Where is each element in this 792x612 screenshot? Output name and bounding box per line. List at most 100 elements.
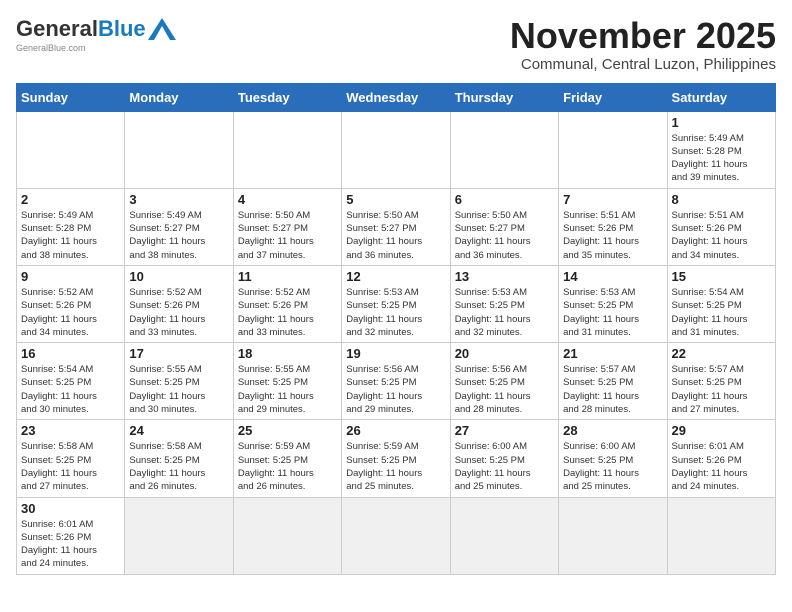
day-number: 17 [129,346,228,361]
day-number: 24 [129,423,228,438]
day-info: Sunrise: 6:01 AM Sunset: 5:26 PM Dayligh… [21,518,120,571]
day-number: 1 [672,115,771,130]
day-info: Sunrise: 5:55 AM Sunset: 5:25 PM Dayligh… [238,363,337,416]
calendar-cell: 24 Sunrise: 5:58 AM Sunset: 5:25 PM Dayli… [125,420,233,497]
calendar-cell: 27 Sunrise: 6:00 AM Sunset: 5:25 PM Dayli… [450,420,558,497]
calendar-cell: 4 Sunrise: 5:50 AM Sunset: 5:27 PM Daylig… [233,188,341,265]
weekday-header-monday: Monday [125,83,233,111]
weekday-header-friday: Friday [559,83,667,111]
day-number: 13 [455,269,554,284]
calendar-cell: 10Sunrise: 5:52 AM Sunset: 5:26 PM Dayli… [125,265,233,342]
calendar-cell [559,497,667,574]
day-info: Sunrise: 5:58 AM Sunset: 5:25 PM Dayligh… [129,440,228,493]
logo-general-text: General [16,16,98,42]
calendar-cell [125,497,233,574]
day-info: Sunrise: 5:53 AM Sunset: 5:25 PM Dayligh… [455,286,554,339]
weekday-header-row: SundayMondayTuesdayWednesdayThursdayFrid… [17,83,776,111]
calendar-cell: 5Sunrise: 5:50 AM Sunset: 5:27 PM Daylig… [342,188,450,265]
day-number: 26 [346,423,445,438]
day-info: Sunrise: 5:53 AM Sunset: 5:25 PM Dayligh… [563,286,662,339]
calendar-cell [559,111,667,188]
day-info: Sunrise: 5:50 AM Sunset: 5:27 PM Dayligh… [455,209,554,262]
logo-blue-text: Blue [98,16,146,42]
day-number: 21 [563,346,662,361]
day-info: Sunrise: 5:57 AM Sunset: 5:25 PM Dayligh… [563,363,662,416]
day-info: Sunrise: 5:51 AM Sunset: 5:26 PM Dayligh… [672,209,771,262]
calendar-table: SundayMondayTuesdayWednesdayThursdayFrid… [16,83,776,575]
day-info: Sunrise: 5:49 AM Sunset: 5:27 PM Dayligh… [129,209,228,262]
day-number: 9 [21,269,120,284]
logo-url: GeneralBlue.com [16,43,86,53]
calendar-cell: 20 Sunrise: 5:56 AM Sunset: 5:25 PM Dayli… [450,343,558,420]
day-number: 29 [672,423,771,438]
calendar-cell [450,497,558,574]
day-number: 15 [672,269,771,284]
day-info: Sunrise: 5:52 AM Sunset: 5:26 PM Dayligh… [238,286,337,339]
title-area: November 2025 Communal, Central Luzon, P… [510,16,776,73]
weekday-header-tuesday: Tuesday [233,83,341,111]
day-info: Sunrise: 6:00 AM Sunset: 5:25 PM Dayligh… [455,440,554,493]
calendar-cell [667,497,775,574]
day-info: Sunrise: 6:00 AM Sunset: 5:25 PM Dayligh… [563,440,662,493]
calendar-cell: 28 Sunrise: 6:00 AM Sunset: 5:25 PM Dayli… [559,420,667,497]
calendar-cell [342,111,450,188]
month-title: November 2025 [510,16,776,56]
logo: General Blue GeneralBlue.com [16,16,176,53]
weekday-header-saturday: Saturday [667,83,775,111]
calendar-cell: 23Sunrise: 5:58 AM Sunset: 5:25 PM Dayli… [17,420,125,497]
location-title: Communal, Central Luzon, Philippines [510,56,776,73]
day-info: Sunrise: 5:52 AM Sunset: 5:26 PM Dayligh… [129,286,228,339]
week-row-1: 1Sunrise: 5:49 AM Sunset: 5:28 PM Daylig… [17,111,776,188]
day-number: 22 [672,346,771,361]
calendar-cell: 21 Sunrise: 5:57 AM Sunset: 5:25 PM Dayli… [559,343,667,420]
calendar-cell: 1Sunrise: 5:49 AM Sunset: 5:28 PM Daylig… [667,111,775,188]
day-number: 27 [455,423,554,438]
day-number: 11 [238,269,337,284]
calendar-cell: 29Sunrise: 6:01 AM Sunset: 5:26 PM Dayli… [667,420,775,497]
calendar-cell: 6 Sunrise: 5:50 AM Sunset: 5:27 PM Daylig… [450,188,558,265]
calendar-cell [17,111,125,188]
calendar-cell: 19Sunrise: 5:56 AM Sunset: 5:25 PM Dayli… [342,343,450,420]
calendar-cell: 25Sunrise: 5:59 AM Sunset: 5:25 PM Dayli… [233,420,341,497]
calendar-cell: 16Sunrise: 5:54 AM Sunset: 5:25 PM Dayli… [17,343,125,420]
calendar-cell: 12 Sunrise: 5:53 AM Sunset: 5:25 PM Dayli… [342,265,450,342]
calendar-cell [233,111,341,188]
day-number: 14 [563,269,662,284]
calendar-cell [233,497,341,574]
calendar-cell: 30 Sunrise: 6:01 AM Sunset: 5:26 PM Dayli… [17,497,125,574]
calendar-cell: 17 Sunrise: 5:55 AM Sunset: 5:25 PM Dayli… [125,343,233,420]
week-row-6: 30 Sunrise: 6:01 AM Sunset: 5:26 PM Dayli… [17,497,776,574]
day-number: 25 [238,423,337,438]
day-number: 28 [563,423,662,438]
day-number: 8 [672,192,771,207]
day-info: Sunrise: 5:49 AM Sunset: 5:28 PM Dayligh… [21,209,120,262]
day-number: 6 [455,192,554,207]
day-number: 4 [238,192,337,207]
day-number: 16 [21,346,120,361]
calendar-cell: 7Sunrise: 5:51 AM Sunset: 5:26 PM Daylig… [559,188,667,265]
calendar-cell: 13 Sunrise: 5:53 AM Sunset: 5:25 PM Dayli… [450,265,558,342]
day-number: 2 [21,192,120,207]
day-number: 12 [346,269,445,284]
week-row-3: 9 Sunrise: 5:52 AM Sunset: 5:26 PM Daylig… [17,265,776,342]
week-row-4: 16Sunrise: 5:54 AM Sunset: 5:25 PM Dayli… [17,343,776,420]
day-number: 18 [238,346,337,361]
calendar-cell: 22Sunrise: 5:57 AM Sunset: 5:25 PM Dayli… [667,343,775,420]
day-number: 30 [21,501,120,516]
day-number: 20 [455,346,554,361]
header: General Blue GeneralBlue.com November 20… [16,16,776,73]
day-info: Sunrise: 5:51 AM Sunset: 5:26 PM Dayligh… [563,209,662,262]
calendar-cell: 9Sunrise: 5:52 AM Sunset: 5:26 PM Daylig… [17,265,125,342]
day-info: Sunrise: 5:54 AM Sunset: 5:25 PM Dayligh… [672,286,771,339]
calendar-cell: 14 Sunrise: 5:53 AM Sunset: 5:25 PM Dayli… [559,265,667,342]
calendar-cell: 8 Sunrise: 5:51 AM Sunset: 5:26 PM Daylig… [667,188,775,265]
day-info: Sunrise: 5:53 AM Sunset: 5:25 PM Dayligh… [346,286,445,339]
logo-icon [148,18,176,40]
day-info: Sunrise: 5:50 AM Sunset: 5:27 PM Dayligh… [238,209,337,262]
day-info: Sunrise: 5:55 AM Sunset: 5:25 PM Dayligh… [129,363,228,416]
weekday-header-sunday: Sunday [17,83,125,111]
calendar-cell: 2 Sunrise: 5:49 AM Sunset: 5:28 PM Daylig… [17,188,125,265]
day-info: Sunrise: 5:56 AM Sunset: 5:25 PM Dayligh… [455,363,554,416]
weekday-header-wednesday: Wednesday [342,83,450,111]
day-info: Sunrise: 5:59 AM Sunset: 5:25 PM Dayligh… [346,440,445,493]
